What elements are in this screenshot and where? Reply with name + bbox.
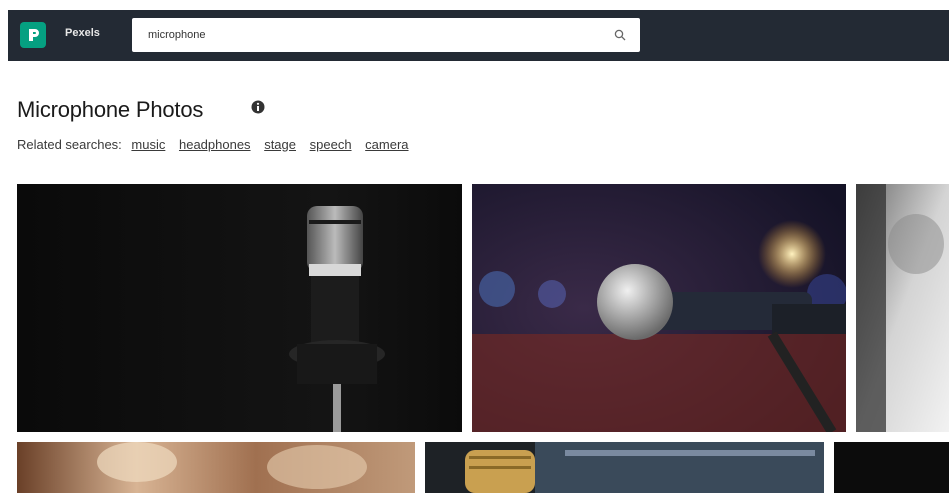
info-icon[interactable] [251, 100, 265, 119]
related-link-stage[interactable]: stage [264, 137, 296, 152]
photo-tile[interactable] [17, 442, 415, 493]
related-link-music[interactable]: music [131, 137, 165, 152]
search-input[interactable] [132, 18, 640, 52]
photo-tile[interactable] [834, 442, 949, 493]
related-link-headphones[interactable]: headphones [179, 137, 251, 152]
photo-tile[interactable] [425, 442, 824, 493]
search-icon[interactable] [614, 28, 626, 46]
related-searches-label: Related searches: [17, 137, 122, 152]
pexels-logo-icon[interactable] [20, 22, 46, 48]
page-title: Microphone Photos [17, 97, 204, 122]
related-searches: Related searches: music headphones stage… [17, 137, 413, 152]
photo-tile[interactable] [17, 184, 462, 432]
photo-tile[interactable] [856, 184, 949, 432]
top-navigation-bar: Pexels [8, 10, 949, 61]
related-link-speech[interactable]: speech [310, 137, 352, 152]
related-link-camera[interactable]: camera [365, 137, 408, 152]
photo-tile[interactable] [472, 184, 846, 432]
brand-name[interactable]: Pexels [65, 27, 100, 39]
